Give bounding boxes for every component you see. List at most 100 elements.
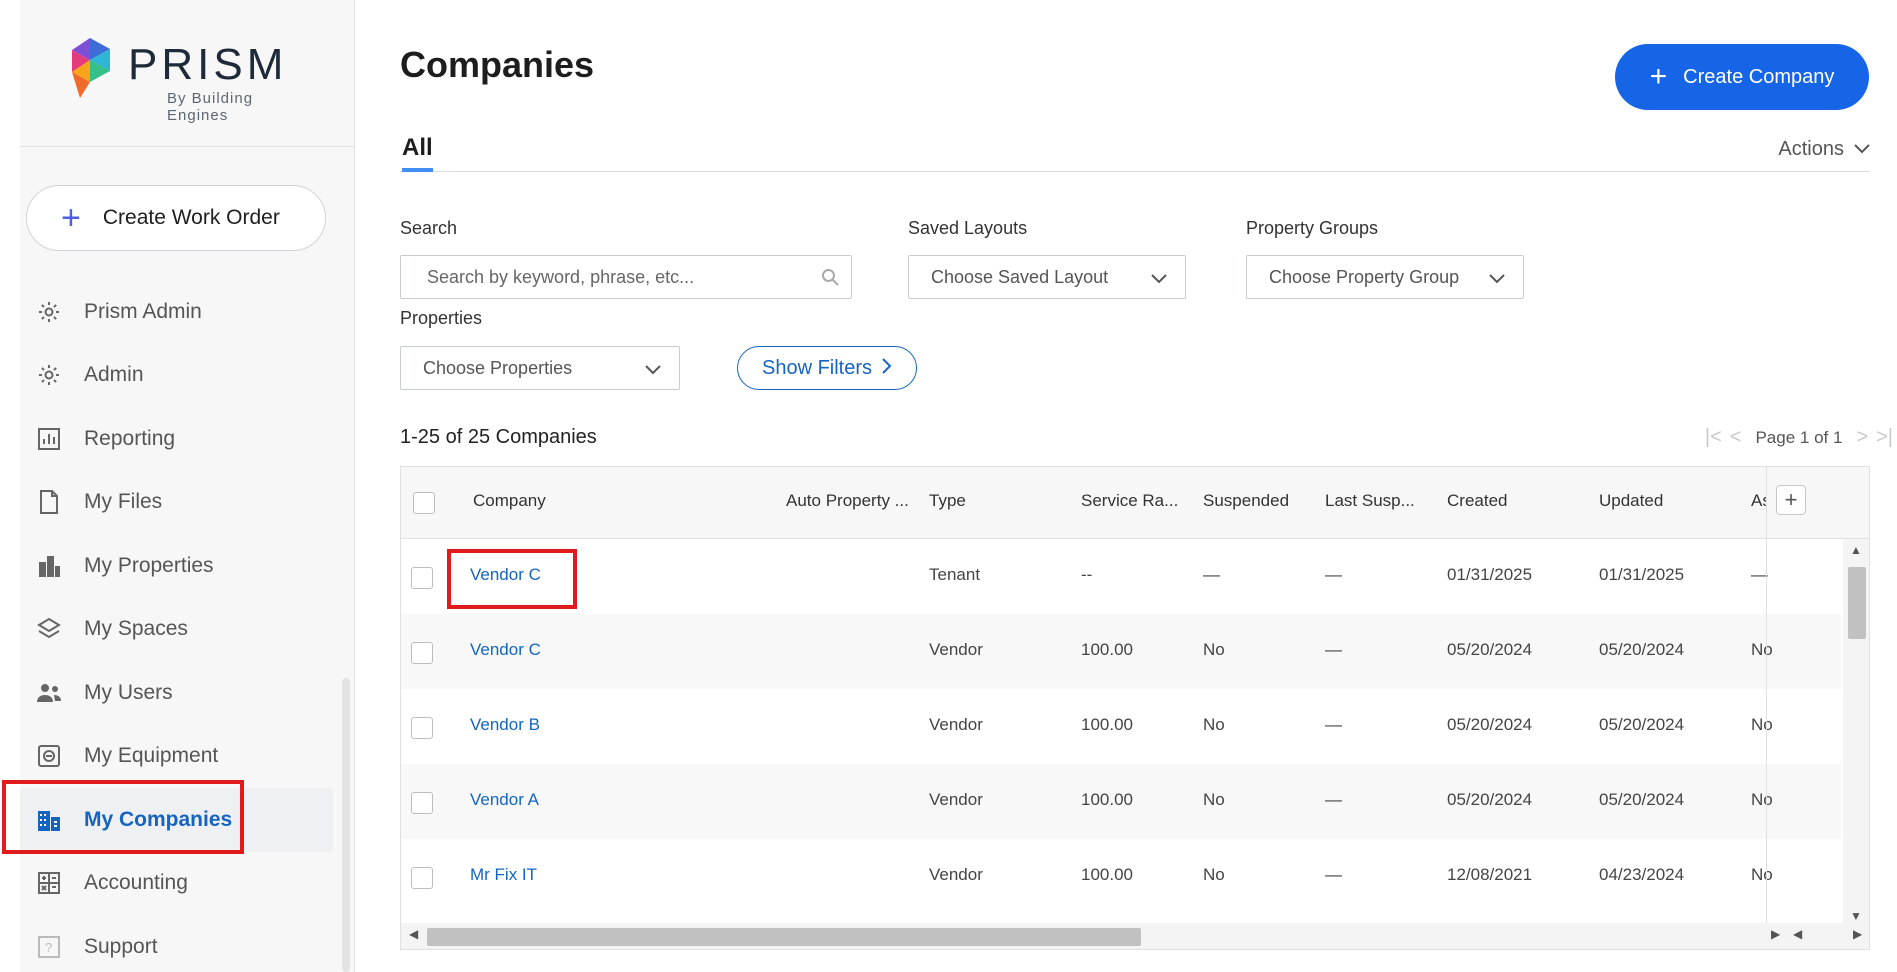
chevron-right-icon: [882, 357, 892, 380]
users-icon: [36, 680, 62, 706]
property-groups-label: Property Groups: [1246, 218, 1379, 238]
table-row[interactable]: Vendor A Vendor 100.00 No — 05/20/2024 0…: [401, 764, 1841, 839]
help-icon: ?: [36, 934, 62, 960]
horizontal-scroll-thumb[interactable]: [427, 928, 1141, 946]
type-cell: Vendor: [929, 715, 983, 734]
column-header-auto-property[interactable]: Auto Property ...: [786, 491, 909, 511]
sidebar-item-my-equipment[interactable]: My Equipment: [20, 725, 355, 789]
sidebar-item-admin[interactable]: Admin: [20, 344, 355, 408]
last-suspended-cell: —: [1325, 715, 1342, 734]
vertical-scrollbar[interactable]: ▲ ▼: [1843, 539, 1869, 925]
scroll-left-icon[interactable]: ◀: [1793, 927, 1802, 941]
sidebar-item-label: My Equipment: [84, 744, 219, 768]
sidebar-item-prism-admin[interactable]: Prism Admin: [20, 280, 355, 344]
sidebar-item-support[interactable]: ? Support: [20, 915, 355, 972]
page-title: Companies: [400, 44, 595, 85]
company-link[interactable]: Mr Fix IT: [470, 865, 537, 885]
sidebar-item-my-files[interactable]: My Files: [20, 471, 355, 535]
table-header: Company Auto Property ... Type Service R…: [401, 467, 1869, 539]
pagination: |< < Page 1 of 1 > >|: [1701, 426, 1897, 449]
add-column-button[interactable]: +: [1776, 485, 1806, 515]
column-header-company[interactable]: Company: [473, 491, 546, 511]
create-work-order-label: Create Work Order: [102, 206, 280, 229]
sidebar-item-accounting[interactable]: Accounting: [20, 852, 355, 916]
sidebar-nav: Prism Admin Admin Reporting My Files My …: [2, 280, 355, 972]
updated-cell: 05/20/2024: [1599, 790, 1685, 809]
create-work-order-button[interactable]: + Create Work Order: [26, 185, 326, 251]
vertical-scroll-thumb[interactable]: [1848, 567, 1866, 639]
column-header-type[interactable]: Type: [929, 491, 966, 511]
property-groups-select[interactable]: Choose Property Group: [1246, 255, 1524, 299]
saved-layouts-select[interactable]: Choose Saved Layout: [908, 255, 1186, 299]
last-page-icon[interactable]: >|: [1876, 426, 1893, 449]
sidebar-item-label: Accounting: [84, 871, 188, 895]
column-header-updated[interactable]: Updated: [1599, 491, 1663, 511]
sidebar-item-my-users[interactable]: My Users: [20, 661, 355, 725]
search-icon: [821, 268, 839, 291]
first-page-icon[interactable]: |<: [1705, 426, 1722, 449]
sidebar-item-my-spaces[interactable]: My Spaces: [20, 598, 355, 662]
company-link[interactable]: Vendor C: [470, 640, 541, 660]
sidebar-item-label: My Spaces: [84, 617, 188, 641]
sidebar-item-reporting[interactable]: Reporting: [20, 407, 355, 471]
column-header-associated[interactable]: Asso: [1751, 491, 1766, 511]
sidebar-item-my-companies[interactable]: My Companies: [2, 780, 333, 854]
row-checkbox[interactable]: [411, 567, 433, 589]
created-cell: 05/20/2024: [1447, 790, 1533, 809]
sidebar-item-label: Admin: [84, 363, 144, 387]
prism-logo[interactable]: PRISM By Building Engines: [70, 38, 310, 124]
row-checkbox[interactable]: [411, 867, 433, 889]
sidebar-item-label: Reporting: [84, 426, 176, 450]
table-row[interactable]: Vendor C Vendor 100.00 No — 05/20/2024 0…: [401, 614, 1841, 689]
company-link[interactable]: Vendor C: [470, 565, 541, 585]
next-page-icon[interactable]: >: [1856, 426, 1868, 449]
actions-dropdown[interactable]: Actions: [1778, 138, 1870, 161]
column-header-service-rate[interactable]: Service Ra...: [1081, 491, 1178, 511]
table-row[interactable]: Vendor B Vendor 100.00 No — 05/20/2024 0…: [401, 689, 1841, 764]
tab-all[interactable]: All: [402, 134, 433, 172]
scroll-left-icon[interactable]: ◀: [409, 927, 418, 941]
scroll-up-icon[interactable]: ▲: [1850, 543, 1862, 557]
sidebar-item-label: My Users: [84, 680, 173, 704]
last-suspended-cell: —: [1325, 790, 1342, 809]
select-all-checkbox[interactable]: [413, 492, 435, 514]
table-row[interactable]: Mr Fix IT Vendor 100.00 No — 12/08/2021 …: [401, 839, 1841, 914]
company-link[interactable]: Vendor B: [470, 715, 540, 735]
row-checkbox[interactable]: [411, 792, 433, 814]
row-checkbox[interactable]: [411, 642, 433, 664]
service-rate-cell: 100.00: [1081, 715, 1133, 734]
search-label: Search: [400, 218, 458, 238]
table-row[interactable]: Vendor C Tenant -- — — 01/31/2025 01/31/…: [401, 539, 1841, 614]
plus-icon: +: [1649, 60, 1668, 93]
type-cell: Vendor: [929, 640, 983, 659]
calculator-icon: [36, 870, 62, 896]
horizontal-scrollbar[interactable]: ◀ ▶ ◀ ▶: [401, 923, 1869, 949]
last-suspended-cell: —: [1325, 865, 1342, 884]
properties-select[interactable]: Choose Properties: [400, 346, 680, 390]
scroll-down-icon[interactable]: ▼: [1850, 909, 1862, 923]
scroll-right-icon[interactable]: ▶: [1853, 927, 1862, 941]
type-cell: Tenant: [929, 565, 981, 584]
tab-bar: All Actions: [400, 130, 1870, 172]
search-input[interactable]: Search by keyword, phrase, etc...: [400, 255, 852, 299]
gear-icon: [36, 299, 62, 325]
column-header-created[interactable]: Created: [1447, 491, 1507, 511]
chevron-down-icon: [1489, 268, 1505, 289]
service-rate-cell: 100.00: [1081, 640, 1133, 659]
column-header-suspended[interactable]: Suspended: [1203, 491, 1289, 511]
sidebar-item-label: My Files: [84, 490, 163, 514]
company-link[interactable]: Vendor A: [470, 790, 539, 810]
row-checkbox[interactable]: [411, 717, 433, 739]
scroll-right-icon[interactable]: ▶: [1771, 927, 1780, 941]
column-header-last-suspended[interactable]: Last Susp...: [1325, 491, 1415, 511]
sidebar-scrollbar[interactable]: [342, 678, 350, 972]
search-placeholder: Search by keyword, phrase, etc...: [427, 266, 695, 287]
associated-cell: No: [1751, 790, 1773, 809]
layers-icon: [36, 616, 62, 642]
sidebar-item-my-properties[interactable]: My Properties: [20, 534, 355, 598]
prev-page-icon[interactable]: <: [1730, 426, 1742, 449]
create-company-button[interactable]: + Create Company: [1615, 44, 1869, 110]
saved-layouts-label: Saved Layouts: [908, 218, 1028, 238]
properties-label: Properties: [400, 308, 483, 328]
show-filters-button[interactable]: Show Filters: [737, 346, 917, 390]
